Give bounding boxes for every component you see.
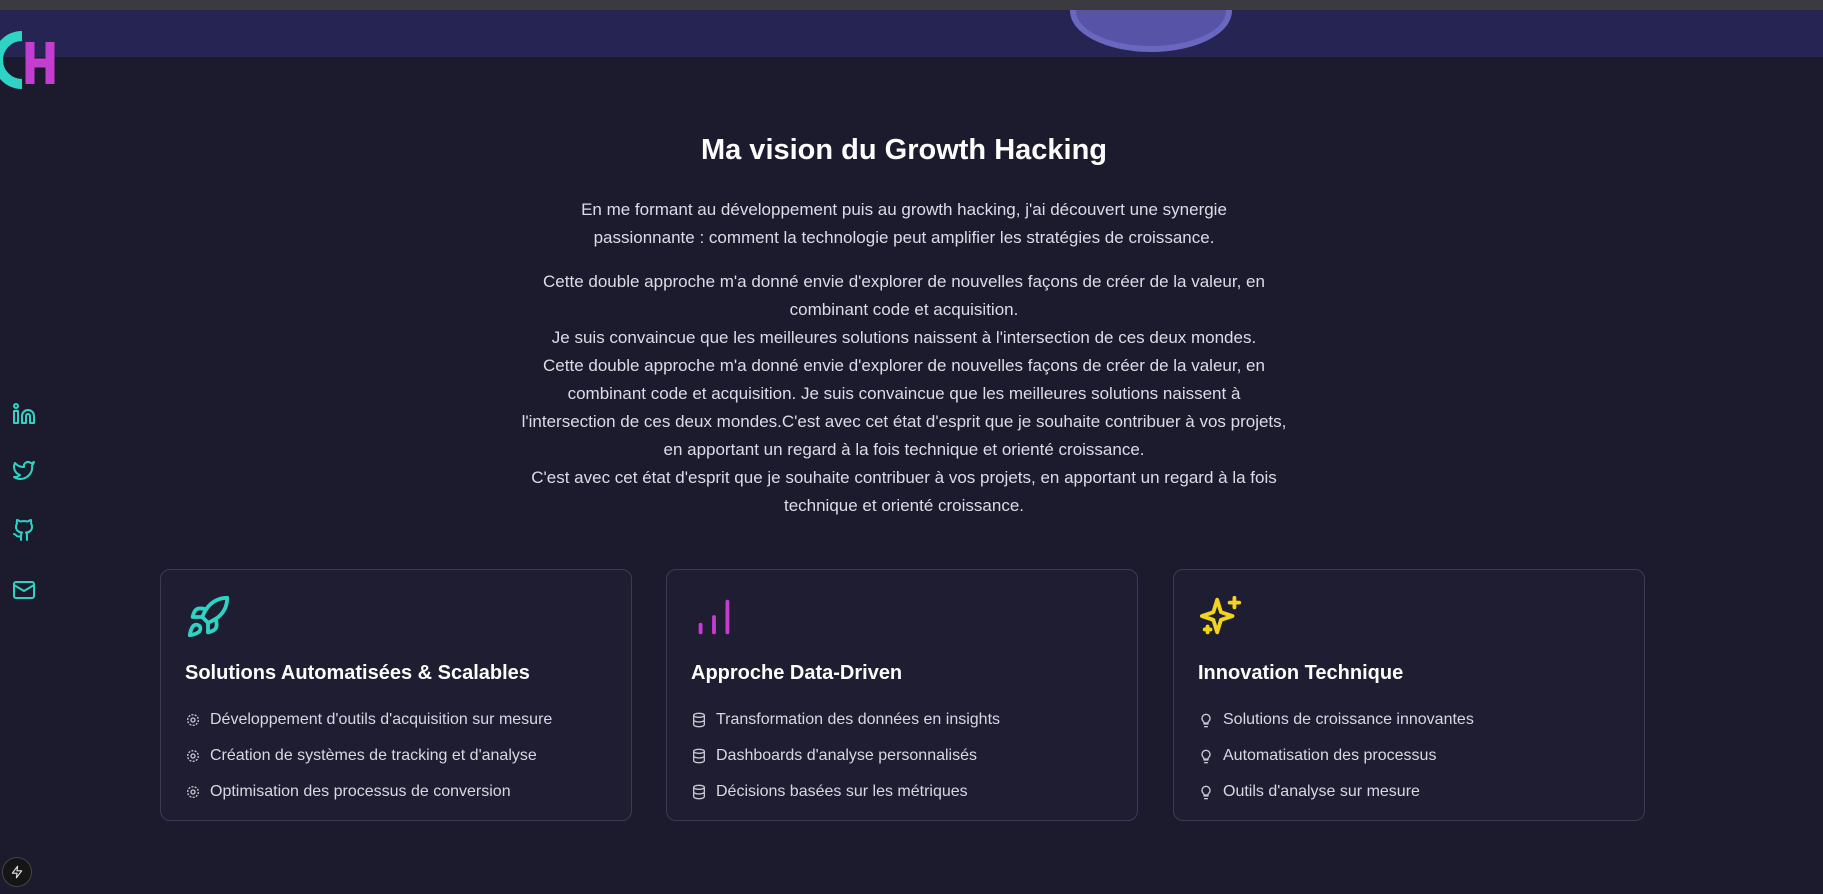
database-icon (693, 784, 705, 800)
intro-paragraph: En me formant au développement puis au g… (581, 200, 1227, 247)
gh-logo[interactable] (0, 28, 60, 92)
card-title: Solutions Automatisées & Scalables (185, 662, 530, 684)
feature-card-data: Approche Data-Driven Transformation des … (666, 569, 1138, 821)
vision-paragraph: Cette double approche m'a donné envie d'… (543, 272, 1265, 319)
card-title: Approche Data-Driven (691, 662, 903, 684)
list-item-label: Solutions de croissance innovantes (1223, 711, 1474, 728)
linkedin-icon[interactable] (12, 402, 36, 426)
hero-illustration (1070, 10, 1232, 52)
list-item: Outils d'analyse sur mesure (1198, 774, 1474, 810)
list-item-label: Transformation des données en insights (716, 711, 1001, 728)
list-item: Solutions de croissance innovantes (1198, 702, 1474, 738)
lightbulb-icon (1201, 785, 1211, 800)
bar-chart-icon (698, 599, 730, 635)
hero-section-bottom (0, 10, 1823, 57)
gear-icon (187, 786, 199, 798)
section-title: Ma vision du Growth Hacking (700, 134, 1108, 166)
list-item-label: Optimisation des processus de conversion (210, 783, 511, 800)
list-item-label: Création de systèmes de tracking et d'an… (210, 747, 537, 764)
list-item-label: Automatisation des processus (1223, 747, 1437, 764)
card-list: Solutions de croissance innovantes Autom… (1198, 702, 1474, 810)
list-item-label: Décisions basées sur les métriques (716, 783, 968, 800)
vision-paragraph: Je suis convaincue que les meilleures so… (551, 328, 1257, 347)
twitter-icon[interactable] (12, 458, 36, 482)
vision-paragraph: Cette double approche m'a donné envie d'… (521, 356, 1287, 459)
browser-top-bar (0, 0, 1823, 10)
list-item: Dashboards d'analyse personnalisés (691, 738, 1000, 774)
gear-icon (187, 750, 199, 762)
list-item-label: Développement d'outils d'acquisition sur… (210, 711, 553, 728)
vision-body: Cette double approche m'a donné envie d'… (520, 268, 1288, 520)
rocket-icon (187, 595, 230, 638)
sparkles-icon (1199, 595, 1242, 635)
database-icon (693, 712, 705, 728)
database-icon (693, 748, 705, 764)
card-list: Transformation des données en insights D… (691, 702, 1000, 810)
lightning-icon[interactable] (2, 857, 32, 887)
github-icon[interactable] (12, 518, 36, 542)
vision-paragraph: C'est avec cet état d'esprit que je souh… (531, 468, 1277, 515)
lightbulb-icon (1201, 713, 1211, 728)
feature-card-innovation: Innovation Technique Solutions de croiss… (1173, 569, 1645, 821)
list-item-label: Dashboards d'analyse personnalisés (716, 747, 977, 764)
mail-icon[interactable] (12, 578, 36, 602)
list-item: Transformation des données en insights (691, 702, 1000, 738)
card-list: Développement d'outils d'acquisition sur… (185, 702, 552, 810)
gear-icon (187, 714, 199, 726)
list-item: Développement d'outils d'acquisition sur… (185, 702, 552, 738)
list-item: Décisions basées sur les métriques (691, 774, 1000, 810)
card-title: Innovation Technique (1198, 662, 1404, 684)
list-item: Création de systèmes de tracking et d'an… (185, 738, 552, 774)
list-item: Optimisation des processus de conversion (185, 774, 552, 810)
lightbulb-icon (1201, 749, 1211, 764)
feature-card-automation: Solutions Automatisées & Scalables Dével… (160, 569, 632, 821)
list-item-label: Outils d'analyse sur mesure (1223, 783, 1420, 800)
list-item: Automatisation des processus (1198, 738, 1474, 774)
